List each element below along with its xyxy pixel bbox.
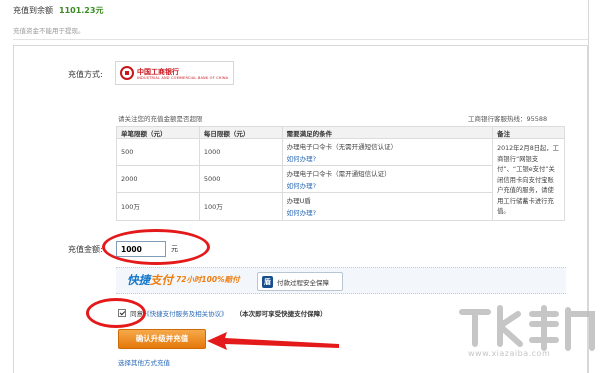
how-to-apply-link[interactable]: 如何办理?: [287, 207, 488, 217]
column-header: 单笔限额（元）: [116, 126, 200, 139]
daily-limit-cell: 1000: [198, 137, 283, 167]
column-header: 需要满足的条件: [281, 126, 494, 139]
bank-selector[interactable]: 中国工商银行 INDUSTRIAL AND COMMERCIAL BANK OF…: [115, 61, 234, 85]
condition-cell: 办理电子口令卡（无需开通短信认证） 如何办理?: [281, 137, 494, 167]
condition-text: 办理U盾: [286, 197, 311, 206]
quick-pay-title-a: 快捷: [127, 273, 150, 287]
bank-hotline: 工商银行客服热线：95588: [468, 115, 548, 123]
table-header-row: 单笔限额（元） 每日限额（元） 需要满足的条件 备注: [116, 126, 565, 139]
single-limit-cell: 500: [116, 137, 200, 167]
balance-title-row: 充值到余额 1101.23元: [13, 5, 103, 16]
balance-note: 充值资金不能用于提现。: [13, 27, 85, 35]
daily-limit-cell: 100万: [198, 192, 283, 221]
bank-english-name: INDUSTRIAL AND COMMERCIAL BANK OF CHINA: [137, 76, 229, 80]
how-to-apply-link[interactable]: 如何办理?: [287, 153, 488, 163]
quick-pay-guarantee: 72小时100%赔付: [176, 275, 240, 284]
limit-table: 单笔限额（元） 每日限额（元） 需要满足的条件 备注 500 1000 办理电子…: [116, 126, 565, 221]
arrow-icon: [207, 332, 339, 350]
condition-text: 办理电子口令卡（无需开通短信认证）: [286, 143, 398, 152]
column-header: 每日限额（元）: [198, 126, 283, 139]
amount-annotation-circle: [102, 229, 210, 265]
method-label: 充值方式:: [68, 70, 103, 79]
single-limit-cell: 2000: [116, 165, 200, 194]
payment-security-button[interactable]: 盾 付款过程安全保障: [257, 272, 343, 291]
quick-pay-title: 快捷支付: [127, 272, 173, 288]
payment-security-label: 付款过程安全保障: [277, 279, 329, 287]
shield-icon: 盾: [262, 276, 273, 288]
confirm-recharge-button[interactable]: 确认升级并充值: [118, 329, 206, 349]
condition-cell: 办理U盾 如何办理?: [281, 192, 494, 221]
remark-cell: 2012年2月8日起，工商银行“网银支付”、“工银e支付”关闭信用卡向支付宝账户…: [492, 138, 565, 221]
agreement-note: （本次即可享受快捷支付保障）: [235, 310, 327, 318]
watermark-text: www.xiazaiba.com: [468, 349, 551, 358]
balance-summary: 充值到余额 1101.23元 充值资金不能用于提现。: [13, 4, 588, 40]
column-header: 备注: [492, 126, 565, 139]
balance-title: 充值到余额: [13, 6, 53, 15]
how-to-apply-link[interactable]: 如何办理?: [287, 180, 488, 190]
other-method-link[interactable]: 选择其他方式充值: [118, 357, 170, 367]
single-limit-cell: 100万: [116, 192, 200, 221]
daily-limit-cell: 5000: [198, 165, 283, 194]
quick-pay-title-b: 支付: [150, 273, 173, 287]
condition-text: 办理电子口令卡（需开通短信认证）: [286, 170, 391, 179]
amount-label: 充值金额:: [68, 245, 103, 254]
limit-hint: 请关注您的充值金额是否超限: [118, 115, 203, 123]
balance-amount: 1101.23元: [59, 6, 104, 15]
watermark-logo-icon: [459, 305, 595, 351]
condition-cell: 办理电子口令卡（需开通短信认证） 如何办理?: [281, 165, 494, 194]
icbc-logo-icon: [120, 66, 134, 80]
checkbox-annotation-circle: [86, 298, 146, 328]
table-row: 500 1000 办理电子口令卡（无需开通短信认证） 如何办理? 2012年2月…: [116, 137, 565, 221]
agreement-row: 同意《快捷支付服务及相关协议》 （本次即可享受快捷支付保障）: [118, 308, 327, 318]
agreement-link[interactable]: 《快捷支付服务及相关协议》: [143, 310, 228, 318]
quick-pay-banner: 快捷支付 72小时100%赔付 盾 付款过程安全保障: [116, 267, 566, 294]
